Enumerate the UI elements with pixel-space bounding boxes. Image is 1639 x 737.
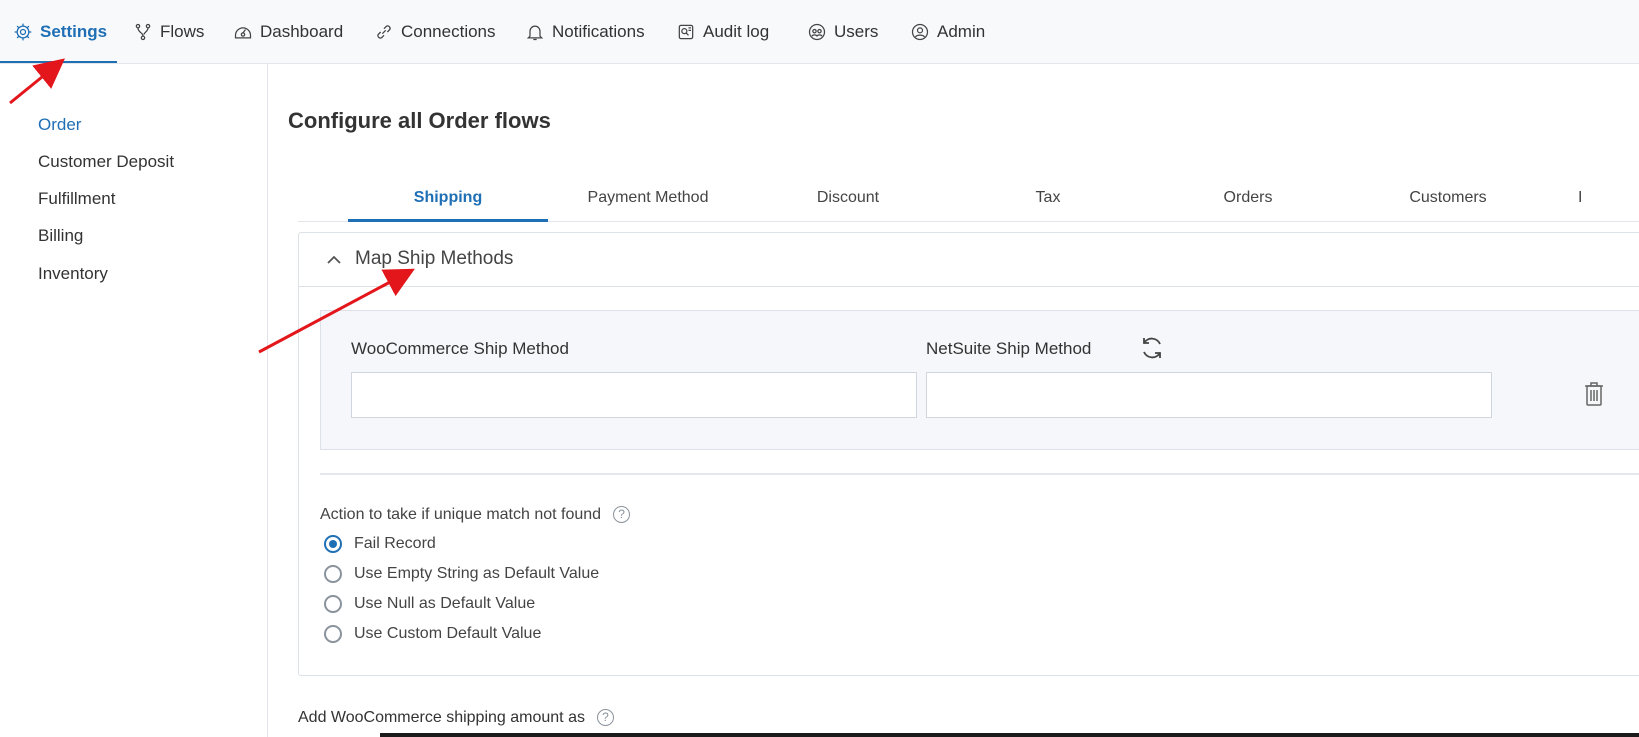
nav-label: Flows — [160, 22, 205, 41]
option-label: Use Custom Default Value — [354, 625, 542, 642]
users-icon — [808, 23, 826, 41]
option-empty-string[interactable]: Use Empty String as Default Value — [324, 565, 599, 583]
page-title: Configure all Order flows — [288, 108, 551, 133]
nav-label: Users — [834, 22, 879, 41]
unmatched-action-label: Action to take if unique match not found… — [320, 506, 631, 524]
link-icon — [377, 25, 391, 39]
netsuite-ship-method-label: NetSuite Ship Method — [926, 339, 1092, 358]
tab-payment-method[interactable]: Payment Method — [548, 180, 748, 222]
gear-icon — [14, 23, 32, 41]
bottom-bar — [380, 733, 1639, 737]
nav-dashboard[interactable]: Dashboard — [233, 0, 343, 64]
trash-icon[interactable] — [1583, 381, 1605, 407]
radio-button[interactable] — [324, 625, 342, 643]
netsuite-ship-method-input[interactable] — [926, 372, 1492, 418]
nav-settings[interactable]: Settings — [13, 0, 107, 64]
help-icon[interactable]: ? — [596, 709, 614, 727]
chevron-up-icon[interactable] — [325, 251, 343, 269]
nav-flows[interactable]: Flows — [133, 0, 204, 64]
nav-admin[interactable]: Admin — [910, 0, 985, 64]
nav-label: Dashboard — [260, 22, 344, 41]
panel-header[interactable]: Map Ship Methods — [299, 233, 1639, 287]
panel-title[interactable]: Map Ship Methods — [355, 248, 513, 270]
nav-label: Settings — [40, 22, 108, 41]
sidebar-item-inventory[interactable]: Inventory — [38, 264, 108, 284]
nav-label: Notifications — [552, 22, 645, 41]
nav-audit-log[interactable]: Audit log — [676, 0, 769, 64]
option-fail-record[interactable]: Fail Record — [324, 535, 436, 553]
tab-orders[interactable]: Orders — [1148, 180, 1348, 222]
divider — [320, 473, 1639, 475]
sidebar-item-customer-deposit[interactable]: Customer Deposit — [38, 152, 174, 172]
map-ship-methods-panel: Map Ship Methods WooCommerce Ship Method… — [298, 232, 1639, 676]
unmatched-action-text: Action to take if unique match not found — [320, 506, 602, 523]
tab-customers[interactable]: Customers — [1348, 180, 1548, 222]
radio-button[interactable] — [324, 595, 342, 613]
flows-icon — [135, 23, 151, 41]
nav-notifications[interactable]: Notifications — [525, 0, 645, 64]
ship-method-mapping-row: WooCommerce Ship Method NetSuite Ship Me… — [320, 310, 1639, 450]
nav-label: Audit log — [703, 22, 770, 41]
sidebar-item-fulfillment[interactable]: Fulfillment — [38, 189, 115, 209]
sidebar: Order Customer Deposit Fulfillment Billi… — [0, 64, 268, 737]
refresh-icon[interactable] — [1138, 334, 1166, 362]
flow-tabs: Shipping Payment Method Discount Tax Ord… — [298, 180, 1639, 222]
nav-connections[interactable]: Connections — [374, 0, 496, 64]
top-nav: Settings Flows Dashboard Connections Not… — [0, 0, 1639, 64]
radio-button[interactable] — [324, 535, 342, 553]
option-label: Use Null as Default Value — [354, 595, 536, 612]
sidebar-item-order[interactable]: Order — [38, 115, 81, 135]
option-custom-default[interactable]: Use Custom Default Value — [324, 625, 541, 643]
active-nav-indicator — [0, 61, 117, 63]
shipping-amount-label: Add WooCommerce shipping amount as? — [298, 709, 614, 727]
bell-icon — [526, 25, 544, 41]
option-label: Fail Record — [354, 535, 436, 552]
woocommerce-ship-method-input[interactable] — [351, 372, 917, 418]
audit-log-icon — [678, 24, 694, 40]
nav-label: Admin — [937, 22, 986, 41]
nav-label: Connections — [401, 22, 496, 41]
dashboard-icon — [234, 27, 252, 39]
shipping-amount-text: Add WooCommerce shipping amount as — [298, 709, 585, 726]
tab-truncated[interactable]: I — [1578, 180, 1639, 222]
help-icon[interactable]: ? — [613, 506, 631, 524]
tab-shipping[interactable]: Shipping — [348, 180, 548, 222]
option-null[interactable]: Use Null as Default Value — [324, 595, 535, 613]
sidebar-item-billing[interactable]: Billing — [38, 226, 83, 246]
tab-discount[interactable]: Discount — [748, 180, 948, 222]
tab-tax[interactable]: Tax — [948, 180, 1148, 222]
nav-users[interactable]: Users — [807, 0, 878, 64]
woocommerce-ship-method-label: WooCommerce Ship Method — [351, 339, 569, 358]
option-label: Use Empty String as Default Value — [354, 565, 600, 582]
admin-icon — [911, 23, 929, 41]
radio-button[interactable] — [324, 565, 342, 583]
